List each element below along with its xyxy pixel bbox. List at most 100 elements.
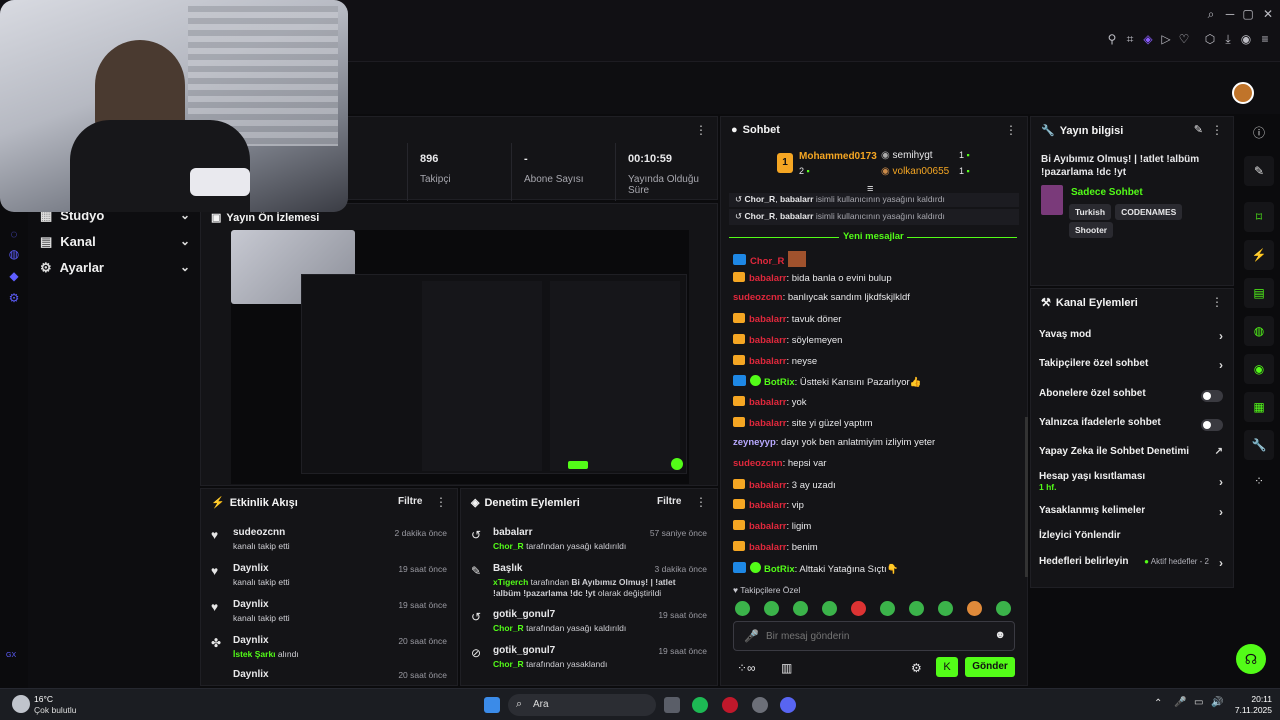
emotes-only-toggle[interactable] [1201, 419, 1223, 431]
emote-icon[interactable] [822, 601, 837, 616]
chat-username[interactable]: BotRix [764, 564, 795, 575]
apps-icon[interactable]: ⁘ [1244, 466, 1274, 496]
chat-username[interactable]: babalarr [749, 500, 787, 511]
more-icon[interactable]: ⋮ [695, 123, 707, 137]
activity-user[interactable]: Daynlix [233, 669, 269, 680]
menu-icon[interactable]: ≡ [1257, 31, 1273, 47]
chat-username[interactable]: babalarr [749, 418, 787, 429]
activity-user[interactable]: sudeozcnn [233, 527, 285, 538]
emote-icon[interactable] [851, 601, 866, 616]
chat-username[interactable]: babalarr [749, 273, 787, 284]
moderation-actor[interactable]: xTigerch [493, 577, 528, 587]
send-button[interactable]: Gönder [965, 657, 1015, 677]
clock-time[interactable]: 20:11 [1232, 694, 1272, 704]
taskbar-search[interactable]: ⌕ Ara [508, 694, 656, 716]
action-raid[interactable]: İzleyici Yönlendir [1039, 530, 1223, 550]
app-icon[interactable] [752, 697, 768, 713]
more-icon[interactable]: ⋮ [1211, 295, 1223, 309]
moderation-target[interactable]: babalarr [493, 527, 532, 538]
messenger-icon[interactable]: ◍ [6, 246, 22, 262]
chat-username[interactable]: babalarr [749, 521, 787, 532]
moderation-target[interactable]: gotik_gonul7 [493, 645, 555, 656]
settings-icon[interactable]: ⚙ [6, 290, 22, 306]
network-icon[interactable]: ▭ [1194, 697, 1203, 708]
filter-button[interactable]: Filtre [657, 496, 681, 507]
spotify-icon[interactable] [692, 697, 708, 713]
chat-bubble-icon[interactable]: ◍ [1244, 316, 1274, 346]
chat-username[interactable]: babalarr [749, 314, 787, 325]
download-icon[interactable]: ⤓ [1220, 31, 1236, 47]
microphone-icon[interactable]: 🎤 [1174, 697, 1186, 708]
nav-item-channel[interactable]: ▤ Kanal ⌄ [40, 234, 190, 256]
emote-icon[interactable] [735, 601, 750, 616]
emote-icon[interactable] [967, 601, 982, 616]
heart-icon[interactable]: ♡ [1176, 31, 1192, 47]
edit-icon[interactable]: ✎ [1194, 123, 1203, 136]
microphone-icon[interactable]: 🎤 [744, 629, 759, 643]
more-icon[interactable]: ⋮ [1005, 123, 1017, 137]
nav-item-settings[interactable]: ⚙ Ayarlar ⌄ [40, 260, 190, 282]
top-user-2[interactable]: ◉ semihygt [881, 150, 933, 161]
emote-icon[interactable] [909, 601, 924, 616]
emote-icon[interactable] [793, 601, 808, 616]
chevron-up-icon[interactable]: ⌃ [1154, 698, 1162, 709]
shield-icon[interactable]: ◈ [1140, 31, 1156, 47]
action-goals[interactable]: Hedefleri belirleyin ● Aktif hedefler - 2… [1039, 556, 1223, 576]
chat-username[interactable]: sudeozcnn [733, 458, 783, 469]
activity-user[interactable]: Daynlix [233, 635, 269, 646]
pin-icon[interactable]: ⚲ [1104, 31, 1120, 47]
gift-icon[interactable]: ▥ [781, 661, 792, 675]
action-ai-moderation[interactable]: Yapay Zeka ile Sohbet Denetimi ↗ [1039, 446, 1223, 466]
action-emotes-only[interactable]: Yalnızca ifadelerle sohbet [1039, 417, 1223, 437]
search-icon[interactable]: ⌕ [1203, 6, 1219, 22]
chat-scrollbar[interactable] [1025, 417, 1028, 577]
chat-username[interactable]: zeyneyyp [733, 437, 776, 448]
snapshot-icon[interactable]: ⌗ [1122, 31, 1138, 47]
subscribers-only-toggle[interactable] [1201, 390, 1223, 402]
tag[interactable]: Shooter [1069, 222, 1114, 238]
emote-icon[interactable] [938, 601, 953, 616]
top-user-3[interactable]: ◉ volkan00655 [881, 166, 949, 177]
action-banned-words[interactable]: Yasaklanmış kelimeler › [1039, 505, 1223, 525]
history-icon[interactable]: ◆ [6, 268, 22, 284]
close-icon[interactable]: ✕ [1260, 6, 1276, 22]
chat-username[interactable]: BotRix [764, 377, 795, 388]
top-user-name[interactable]: Mohammed0173 [799, 151, 877, 162]
moderation-actor[interactable]: Chor_R [493, 659, 524, 669]
tag[interactable]: CODENAMES [1115, 204, 1183, 220]
action-followers-only[interactable]: Takipçilere özel sohbet › [1039, 358, 1223, 378]
chat-username[interactable]: babalarr [749, 335, 787, 346]
clock-date[interactable]: 7.11.2025 [1222, 705, 1272, 715]
layout-icon[interactable]: ▦ [1244, 392, 1274, 422]
more-icon[interactable]: ⋮ [1211, 123, 1223, 137]
action-slow-mode[interactable]: Yavaş mod › [1039, 329, 1223, 349]
play-icon[interactable]: ▷ [1158, 31, 1174, 47]
chat-input-box[interactable]: 🎤 ☻ [733, 621, 1015, 651]
extensions-icon[interactable]: ⬡ [1202, 31, 1218, 47]
support-icon[interactable]: ☊ [1236, 644, 1266, 674]
activity-user[interactable]: Daynlix [233, 599, 269, 610]
task-view-icon[interactable] [664, 697, 680, 713]
ai-icon[interactable]: ◉ [1238, 31, 1254, 47]
more-icon[interactable]: ⋮ [435, 495, 447, 509]
moderation-actor[interactable]: Chor_R [493, 541, 524, 551]
filter-button[interactable]: Filtre [398, 496, 422, 507]
moderation-actor[interactable]: Chor_R [493, 623, 524, 633]
notes-icon[interactable]: ▤ [1244, 278, 1274, 308]
emote-icon[interactable] [764, 601, 779, 616]
chat-input[interactable] [766, 628, 986, 644]
more-icon[interactable]: ⋮ [695, 495, 707, 509]
avatar[interactable] [1232, 82, 1254, 104]
windows-start-icon[interactable] [484, 697, 500, 713]
chat-username[interactable]: babalarr [749, 542, 787, 553]
sidebar-icon[interactable]: ◌ [6, 226, 22, 242]
chat-username[interactable]: Chor_R [750, 256, 784, 267]
moderation-target[interactable]: gotik_gonul7 [493, 609, 555, 620]
activity-user[interactable]: Daynlix [233, 563, 269, 574]
emote-icon[interactable] [996, 601, 1011, 616]
edit-icon[interactable]: ✎ [1244, 156, 1274, 186]
chat-username[interactable]: babalarr [749, 356, 787, 367]
category-thumbnail[interactable] [1041, 185, 1063, 215]
chat-username[interactable]: babalarr [749, 480, 787, 491]
clip-icon[interactable]: ⌑ [1244, 202, 1274, 232]
